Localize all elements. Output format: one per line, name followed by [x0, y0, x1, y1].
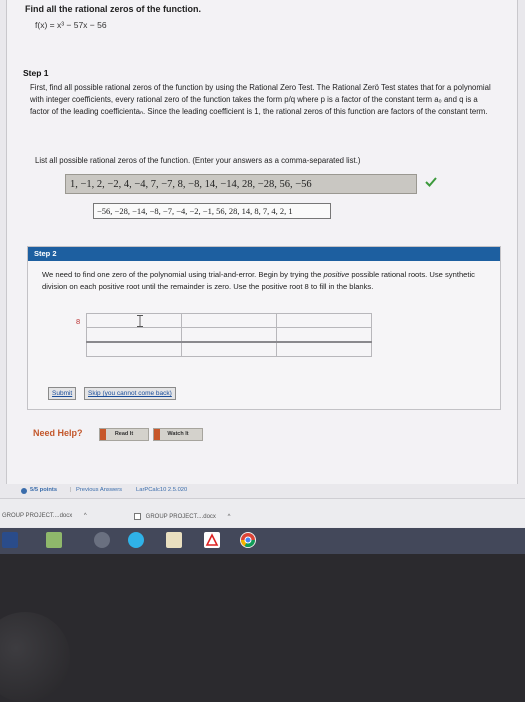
step2-panel: Step 2 We need to find one zero of the p…	[27, 246, 501, 410]
download-item[interactable]: GROUP PROJECT....docx ^	[134, 513, 230, 520]
need-help-label: Need Help?	[33, 428, 83, 438]
blank-cell[interactable]	[276, 313, 372, 328]
question-title: Find all the rational zeros of the funct…	[25, 4, 202, 14]
download-item[interactable]: GROUP PROJECT....docx ^	[2, 513, 87, 519]
checkmark-icon	[425, 177, 437, 187]
start-icon[interactable]	[2, 532, 18, 548]
list-prompt: List all possible rational zeros of the …	[35, 156, 361, 165]
table-row	[86, 327, 372, 343]
step2-text-emphasis: positive	[323, 270, 350, 279]
step2-text-a: We need to find one zero of the polynomi…	[42, 270, 322, 279]
blank-cell[interactable]	[276, 341, 372, 357]
browser-screen: Find all the rational zeros of the funct…	[0, 0, 525, 528]
skip-button[interactable]: Skip (you cannot come back)	[84, 387, 176, 400]
blank-cell[interactable]	[86, 341, 182, 357]
step1-label: Step 1	[23, 68, 49, 78]
synthetic-division-root: 8	[76, 317, 81, 326]
submit-button[interactable]: Submit	[48, 387, 77, 400]
downloads-bar: GROUP PROJECT....docx ^ GROUP PROJECT...…	[0, 498, 525, 527]
points-bullet-icon	[21, 488, 27, 494]
download-filename: GROUP PROJECT....docx	[145, 514, 216, 521]
step2-header: Step 2	[28, 247, 500, 261]
read-it-button[interactable]: Read It	[99, 428, 149, 441]
settings-icon[interactable]	[94, 532, 110, 548]
document-icon	[134, 513, 141, 520]
synthetic-division-table	[86, 313, 372, 357]
photo-app-icon[interactable]	[46, 532, 62, 548]
chevron-up-icon: ^	[227, 514, 231, 521]
monitor-bezel-logo	[0, 612, 70, 702]
question-function: f(x) = x³ − 57x − 56	[35, 20, 107, 30]
text-cursor-icon	[137, 315, 143, 327]
step1-explanation: First, find all possible rational zeros …	[30, 83, 491, 116]
download-filename: GROUP PROJECT....docx	[2, 513, 73, 519]
chevron-up-icon: ^	[83, 513, 87, 519]
step2-explanation: We need to find one zero of the polynomi…	[42, 269, 482, 293]
blank-cell[interactable]	[181, 313, 277, 328]
table-row	[86, 341, 372, 357]
answer-input[interactable]: 1, −1, 2, −2, 4, −4, 7, −7, 8, −8, 14, −…	[65, 174, 417, 194]
blank-cell[interactable]	[181, 327, 277, 343]
watch-it-button[interactable]: Watch It	[153, 428, 203, 441]
blank-cell[interactable]	[86, 327, 182, 343]
taskbar	[0, 528, 525, 554]
folder-icon[interactable]	[166, 532, 182, 548]
chrome-icon[interactable]	[240, 532, 256, 548]
points-label: 5/5 points	[30, 487, 58, 493]
blank-cell[interactable]	[86, 313, 182, 328]
acrobat-icon[interactable]	[204, 532, 220, 548]
points-bar: 5/5 points | Previous Answers LarPCalc10…	[0, 486, 525, 496]
table-row	[86, 313, 372, 328]
webassign-page: Find all the rational zeros of the funct…	[6, 0, 518, 484]
blank-cell[interactable]	[181, 341, 277, 357]
browser-icon[interactable]	[128, 532, 144, 548]
previous-answers-link[interactable]: Previous Answers	[76, 487, 122, 493]
correct-answer-box: −56, −28, −14, −8, −7, −4, −2, −1, 56, 2…	[93, 203, 331, 219]
blank-cell[interactable]	[276, 327, 372, 343]
problem-code: LarPCalc10 2.5.020	[136, 487, 188, 493]
